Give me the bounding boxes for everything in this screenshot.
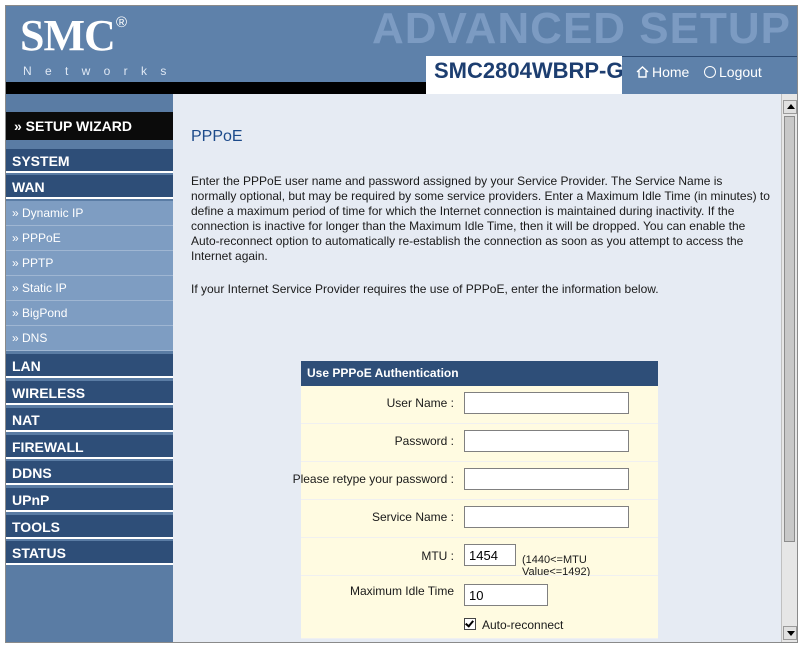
- auto-reconnect-checkbox[interactable]: [464, 618, 476, 630]
- logout-label: Logout: [719, 64, 762, 80]
- user-name-label: User Name :: [386, 396, 454, 410]
- smc-logo: SMC: [20, 11, 116, 60]
- sidebar-wan[interactable]: WAN: [6, 175, 173, 199]
- sidebar-setup-wizard[interactable]: » SETUP WIZARD: [6, 112, 173, 140]
- sidebar-item-pppoe[interactable]: » PPPoE: [6, 226, 173, 251]
- retype-password-input[interactable]: [464, 468, 629, 490]
- sidebar-item-pptp[interactable]: » PPTP: [6, 251, 173, 276]
- password-label: Password :: [394, 434, 454, 448]
- browser-frame: SMC ® N e t w o r k s ADVANCED SETUP SMC…: [5, 5, 798, 643]
- pppoe-form: Use PPPoE Authentication User Name : Pas…: [293, 361, 658, 639]
- idle-time-row: Maximum Idle Time Auto-reconnect: [301, 576, 658, 639]
- registered-mark: ®: [116, 14, 128, 31]
- vertical-scrollbar[interactable]: [781, 94, 797, 642]
- idle-time-label: Maximum Idle Time: [349, 584, 454, 598]
- sidebar-nat[interactable]: NAT: [6, 408, 173, 432]
- sidebar-upnp[interactable]: UPnP: [6, 488, 173, 512]
- header-divider: [6, 82, 436, 94]
- password-input[interactable]: [464, 430, 629, 452]
- sidebar-item-static-ip[interactable]: » Static IP: [6, 276, 173, 301]
- sidebar-item-bigpond[interactable]: » BigPond: [6, 301, 173, 326]
- sidebar-status[interactable]: STATUS: [6, 541, 173, 565]
- advanced-setup-banner: ADVANCED SETUP: [371, 5, 791, 53]
- sidebar-wireless[interactable]: WIRELESS: [6, 381, 173, 405]
- sidebar-item-dns[interactable]: » DNS: [6, 326, 173, 351]
- sidebar-ddns[interactable]: DDNS: [6, 461, 173, 485]
- retype-password-row: Please retype your password :: [293, 462, 658, 500]
- auto-reconnect-option[interactable]: Auto-reconnect: [464, 618, 563, 632]
- mtu-row: MTU : (1440<=MTU Value<=1492): [301, 538, 658, 578]
- header: SMC ® N e t w o r k s ADVANCED SETUP SMC…: [6, 5, 797, 95]
- service-name-label: Service Name :: [371, 510, 454, 524]
- service-name-row: Service Name :: [301, 500, 658, 538]
- mtu-input[interactable]: [464, 544, 516, 566]
- user-name-input[interactable]: [464, 392, 629, 414]
- form-header: Use PPPoE Authentication: [301, 361, 658, 386]
- instruction-text: If your Internet Service Provider requir…: [191, 282, 659, 296]
- mtu-hint: (1440<=MTU Value<=1492): [522, 554, 591, 578]
- user-name-row: User Name :: [301, 386, 658, 424]
- service-name-input[interactable]: [464, 506, 629, 528]
- scroll-up-button[interactable]: [783, 100, 797, 114]
- sidebar-system[interactable]: SYSTEM: [6, 149, 173, 173]
- model-name: SMC2804WBRP-G: [434, 58, 624, 83]
- mtu-label: MTU :: [421, 549, 454, 563]
- logout-link[interactable]: Logout: [704, 64, 762, 80]
- scroll-down-button[interactable]: [783, 626, 797, 640]
- main-content: PPPoE Enter the PPPoE user name and pass…: [173, 94, 781, 642]
- sidebar-firewall[interactable]: FIREWALL: [6, 435, 173, 459]
- password-row: Password :: [301, 424, 658, 462]
- sidebar-tools[interactable]: TOOLS: [6, 515, 173, 539]
- home-icon: [636, 66, 649, 78]
- home-link[interactable]: Home: [636, 64, 689, 80]
- page-title: PPPoE: [191, 128, 243, 145]
- auto-reconnect-label: Auto-reconnect: [482, 618, 564, 632]
- sidebar: » SETUP WIZARD SYSTEM WAN » Dynamic IP »…: [6, 94, 173, 642]
- logout-icon: [704, 66, 716, 78]
- scroll-thumb[interactable]: [784, 116, 795, 542]
- retype-password-label: Please retype your password :: [292, 472, 454, 486]
- description-text: Enter the PPPoE user name and password a…: [191, 174, 770, 263]
- idle-time-input[interactable]: [464, 584, 548, 606]
- sidebar-item-dynamic-ip[interactable]: » Dynamic IP: [6, 201, 173, 226]
- home-label: Home: [652, 64, 690, 80]
- sidebar-lan[interactable]: LAN: [6, 354, 173, 378]
- networks-tagline: N e t w o r k s: [23, 64, 172, 78]
